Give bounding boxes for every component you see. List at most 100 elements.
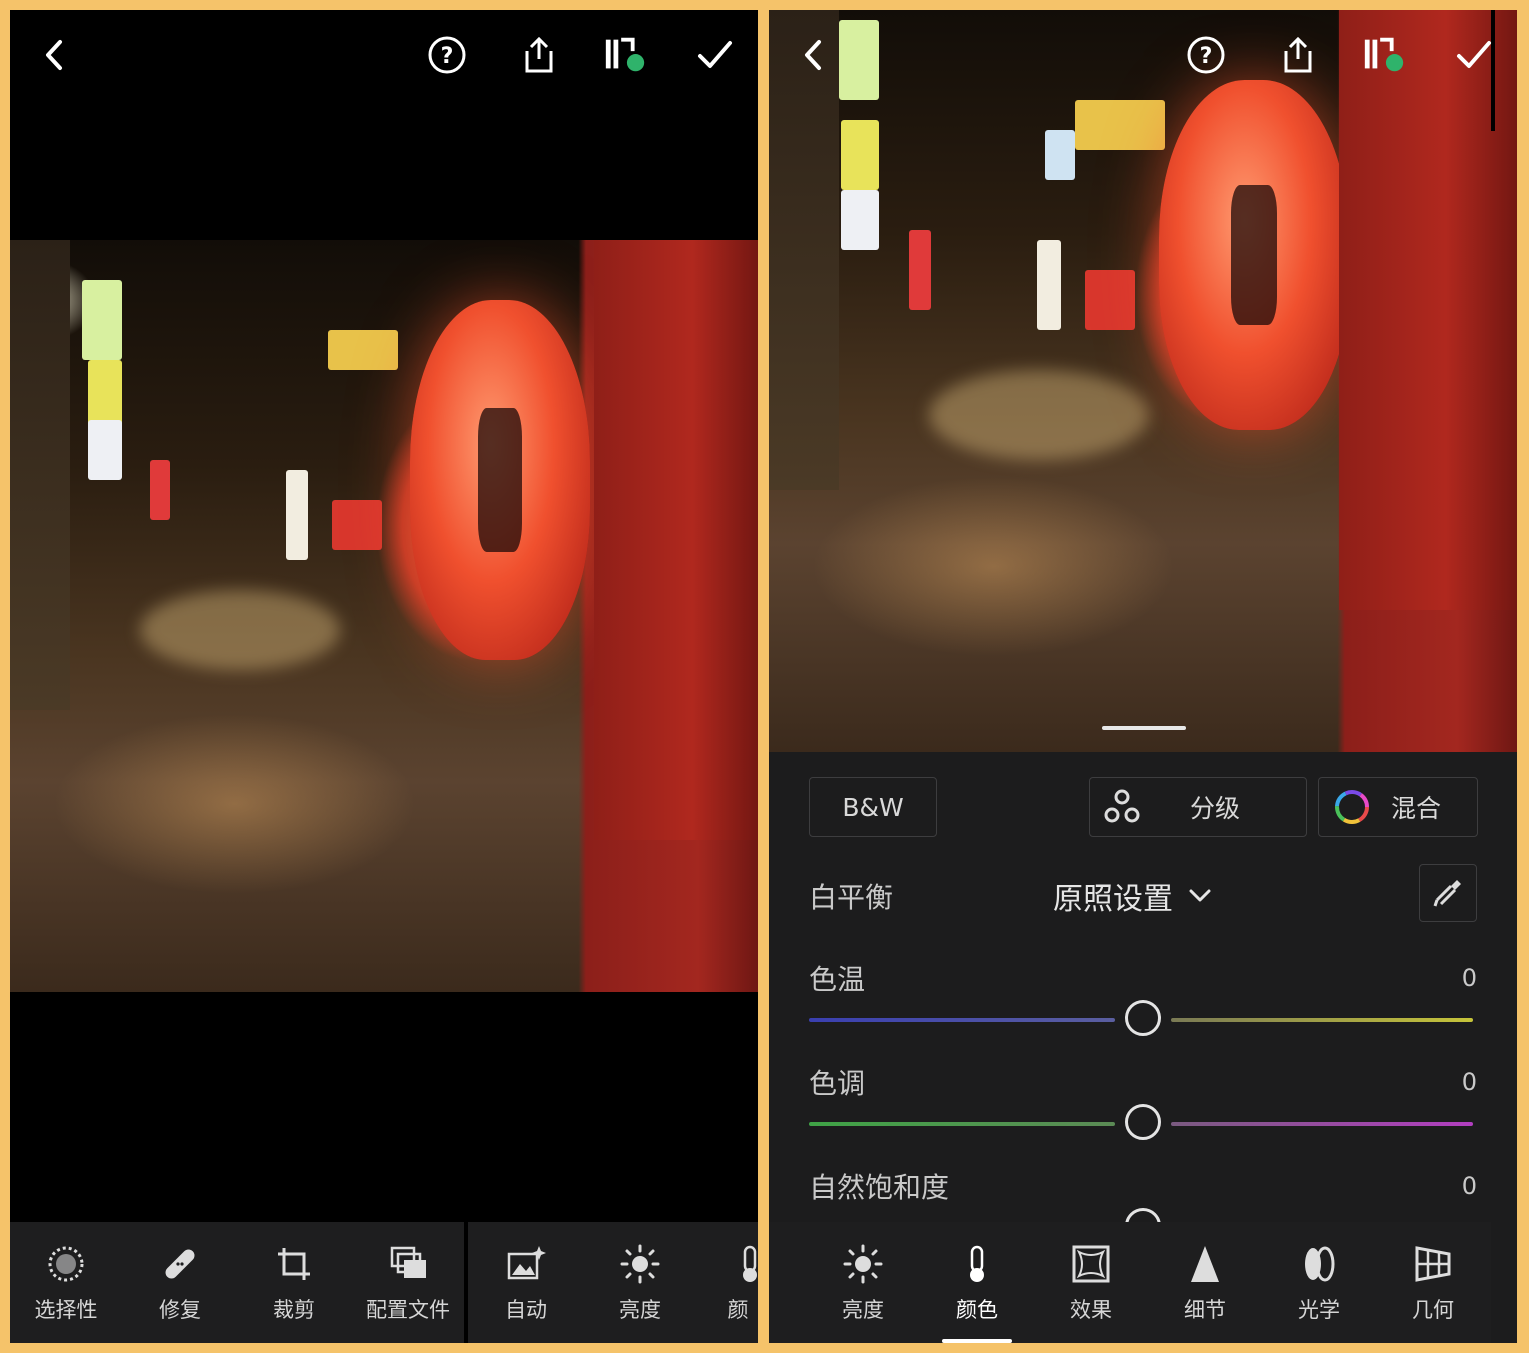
tint-value: 0 xyxy=(1461,1068,1477,1096)
color-grading-button[interactable]: 分级 xyxy=(1089,777,1307,837)
vibrance-value: 0 xyxy=(1461,1172,1477,1200)
tool-color-partial[interactable]: 颜 xyxy=(698,1222,758,1343)
optics-icon xyxy=(1297,1242,1341,1286)
effects-icon xyxy=(1069,1242,1113,1286)
tool-light[interactable]: 亮度 xyxy=(807,1222,919,1343)
tool-label: 细节 xyxy=(1184,1298,1226,1322)
auto-icon xyxy=(504,1242,548,1286)
tool-label: 效果 xyxy=(1070,1298,1112,1322)
tool-selective[interactable]: 选择性 xyxy=(10,1222,122,1343)
tool-geometry[interactable]: 几何 xyxy=(1377,1222,1489,1343)
slider-knob[interactable] xyxy=(1125,1000,1161,1036)
slider-knob[interactable] xyxy=(1125,1208,1161,1222)
tool-group-right: 自动 亮度 颜 xyxy=(468,1222,758,1343)
shop-sign xyxy=(286,470,308,560)
versions-icon xyxy=(1364,37,1404,72)
chevron-left-icon xyxy=(805,40,821,70)
top-bar: ? xyxy=(10,10,758,100)
bw-button[interactable]: B&W xyxy=(809,777,937,837)
profiles-icon xyxy=(386,1242,430,1286)
chevron-down-icon xyxy=(1189,889,1211,902)
crop-icon xyxy=(272,1242,316,1286)
color-wheel-icon xyxy=(1335,790,1369,824)
detail-triangle-icon xyxy=(1183,1242,1227,1286)
tool-effects[interactable]: 效果 xyxy=(1035,1222,1147,1343)
tool-group-left: 选择性 修复 裁剪 配置文件 xyxy=(10,1222,464,1343)
confirm-button[interactable] xyxy=(692,32,738,78)
adjustment-toolbar: 亮度 颜色 效果 细节 光学 几何 xyxy=(769,1222,1491,1343)
versions-icon xyxy=(605,37,645,72)
shop-sign xyxy=(88,420,122,480)
thermometer-icon xyxy=(728,1242,758,1286)
thermometer-icon xyxy=(955,1242,999,1286)
tool-detail[interactable]: 细节 xyxy=(1149,1222,1261,1343)
street-light-glow xyxy=(140,590,340,670)
svg-text:?: ? xyxy=(1200,44,1213,69)
slider-knob[interactable] xyxy=(1125,1104,1161,1140)
color-mix-label: 混合 xyxy=(1391,794,1442,823)
panel-drag-handle[interactable] xyxy=(1102,726,1186,730)
shop-sign xyxy=(841,190,879,250)
eyedropper-icon xyxy=(1433,880,1461,907)
slider-track-right xyxy=(1171,1018,1473,1022)
share-icon xyxy=(525,36,553,73)
back-button[interactable] xyxy=(32,32,78,78)
left-editor-panel: ? 选择性 修复 裁剪 配置文件 自动 亮度 颜 xyxy=(10,10,758,1343)
tool-crop[interactable]: 裁剪 xyxy=(238,1222,350,1343)
tool-healing[interactable]: 修复 xyxy=(124,1222,236,1343)
shop-sign xyxy=(328,330,398,370)
back-button[interactable] xyxy=(791,32,837,78)
building-left xyxy=(10,240,70,710)
tool-optics[interactable]: 光学 xyxy=(1263,1222,1375,1343)
versions-button[interactable] xyxy=(602,32,648,78)
red-lantern xyxy=(1159,80,1349,430)
selective-icon xyxy=(44,1242,88,1286)
confirm-button[interactable] xyxy=(1451,32,1497,78)
vibrance-slider[interactable] xyxy=(809,1208,1473,1222)
tool-label: 光学 xyxy=(1298,1298,1340,1322)
slider-track-left xyxy=(809,1122,1115,1126)
bw-label: B&W xyxy=(842,792,904,822)
tool-light[interactable]: 亮度 xyxy=(584,1222,696,1343)
tool-color[interactable]: 颜色 xyxy=(921,1222,1033,1343)
eyedropper-button[interactable] xyxy=(1419,864,1477,922)
share-button[interactable] xyxy=(1275,32,1321,78)
color-grading-label: 分级 xyxy=(1190,794,1241,823)
versions-button[interactable] xyxy=(1361,32,1407,78)
tool-label: 修复 xyxy=(159,1298,201,1322)
help-button[interactable]: ? xyxy=(424,32,470,78)
share-button[interactable] xyxy=(516,32,562,78)
tool-profiles[interactable]: 配置文件 xyxy=(352,1222,464,1343)
top-bar: ? xyxy=(769,10,1517,100)
vibrance-label: 自然饱和度 xyxy=(809,1171,950,1204)
shop-sign xyxy=(332,500,382,550)
white-balance-value: 原照设置 xyxy=(1053,882,1173,917)
shop-sign xyxy=(909,230,931,310)
help-circle-icon: ? xyxy=(1187,36,1225,74)
help-circle-icon: ? xyxy=(428,36,466,74)
svg-text:?: ? xyxy=(441,44,454,69)
photo-preview[interactable] xyxy=(10,240,758,992)
tool-label: 裁剪 xyxy=(273,1298,315,1322)
slider-track-right xyxy=(1171,1122,1473,1126)
tool-label: 几何 xyxy=(1412,1298,1454,1322)
white-balance-dropdown[interactable]: 原照设置 xyxy=(1053,874,1213,918)
tint-slider[interactable] xyxy=(809,1104,1473,1144)
checkmark-icon xyxy=(698,41,732,68)
active-tab-indicator xyxy=(942,1339,1012,1343)
share-icon xyxy=(1284,36,1312,73)
help-button[interactable]: ? xyxy=(1183,32,1229,78)
tool-label: 选择性 xyxy=(34,1298,98,1322)
temperature-slider[interactable] xyxy=(809,1000,1473,1040)
sun-icon xyxy=(618,1242,662,1286)
tool-auto[interactable]: 自动 xyxy=(470,1222,582,1343)
photo-preview[interactable] xyxy=(769,10,1517,752)
shop-sign xyxy=(1085,270,1135,330)
tool-label: 自动 xyxy=(505,1298,547,1322)
color-mix-button[interactable]: 混合 xyxy=(1318,777,1478,837)
tool-label: 颜色 xyxy=(956,1298,998,1322)
street-light-glow xyxy=(929,370,1149,460)
temperature-label: 色温 xyxy=(809,963,866,996)
color-grading-icon xyxy=(1104,789,1140,823)
tool-label: 颜 xyxy=(727,1298,749,1322)
